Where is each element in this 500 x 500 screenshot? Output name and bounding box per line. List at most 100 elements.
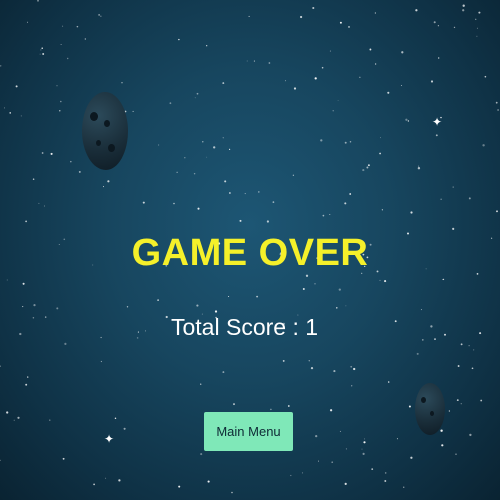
star xyxy=(228,295,230,298)
star xyxy=(480,399,483,402)
game-over-title: GAME OVER xyxy=(131,232,369,274)
star xyxy=(460,403,462,405)
star xyxy=(102,186,105,188)
star xyxy=(178,38,180,41)
main-menu-button[interactable]: Main Menu xyxy=(204,412,293,451)
star xyxy=(495,101,498,104)
star xyxy=(374,63,377,65)
star xyxy=(20,115,22,117)
star xyxy=(478,11,481,14)
star xyxy=(452,186,454,188)
star xyxy=(196,304,199,307)
star xyxy=(246,60,248,62)
star xyxy=(213,146,216,149)
star xyxy=(157,299,159,301)
star xyxy=(121,82,123,84)
star xyxy=(200,383,202,385)
star xyxy=(123,427,126,430)
star xyxy=(239,219,242,222)
star xyxy=(366,166,369,169)
star xyxy=(371,468,374,470)
star xyxy=(284,80,287,82)
star xyxy=(193,172,196,175)
star xyxy=(380,137,382,139)
star xyxy=(176,171,178,173)
star xyxy=(222,137,224,139)
star xyxy=(344,141,347,144)
star xyxy=(367,164,370,167)
star xyxy=(224,180,227,183)
star xyxy=(62,457,65,460)
star xyxy=(417,167,421,170)
star xyxy=(32,178,35,180)
star xyxy=(457,365,460,367)
star xyxy=(25,383,28,386)
star xyxy=(32,316,35,319)
star xyxy=(462,4,465,7)
star xyxy=(64,342,67,346)
star xyxy=(339,21,342,24)
star xyxy=(22,306,24,308)
star xyxy=(27,21,28,23)
star xyxy=(469,433,472,437)
star xyxy=(314,77,317,80)
star xyxy=(17,416,20,419)
star xyxy=(206,156,208,158)
star xyxy=(33,304,36,307)
star xyxy=(66,57,69,60)
star xyxy=(318,460,319,462)
star xyxy=(455,453,457,455)
star xyxy=(336,307,338,309)
game-over-screen: ✦ ✦ GAME OVER Total Score : 1 Main Menu xyxy=(0,0,500,500)
star xyxy=(100,336,102,339)
star xyxy=(178,485,181,488)
star xyxy=(266,220,269,223)
star xyxy=(137,331,139,333)
star xyxy=(258,191,260,193)
star xyxy=(338,288,341,291)
star xyxy=(13,419,15,421)
star xyxy=(315,434,318,438)
star xyxy=(484,75,487,78)
star xyxy=(444,333,446,336)
star xyxy=(9,112,11,114)
star xyxy=(196,92,199,95)
star xyxy=(6,411,9,414)
star xyxy=(15,85,18,88)
star xyxy=(173,202,175,205)
star xyxy=(403,486,405,488)
star xyxy=(37,0,39,2)
star xyxy=(452,227,455,230)
star xyxy=(344,482,347,486)
star xyxy=(331,461,334,464)
star xyxy=(460,343,463,346)
star xyxy=(132,110,134,112)
asteroid-icon xyxy=(82,92,128,170)
star xyxy=(345,305,347,307)
star xyxy=(430,325,433,328)
star xyxy=(302,288,305,290)
star xyxy=(56,307,59,310)
star xyxy=(197,207,200,210)
star xyxy=(322,214,325,217)
star xyxy=(0,365,1,367)
star xyxy=(351,385,353,387)
star xyxy=(437,25,440,27)
star xyxy=(314,282,316,285)
star xyxy=(41,152,44,154)
star xyxy=(248,15,250,17)
star xyxy=(308,360,310,362)
star xyxy=(440,198,442,200)
star xyxy=(200,453,203,456)
total-score: Total Score : 1 xyxy=(171,314,318,341)
star xyxy=(105,477,107,479)
star xyxy=(62,25,64,27)
star xyxy=(38,202,40,204)
star xyxy=(231,491,233,494)
star xyxy=(329,409,333,412)
star xyxy=(320,139,323,142)
star xyxy=(401,51,404,54)
sparkle-star-icon: ✦ xyxy=(104,432,115,446)
star xyxy=(100,360,103,363)
star xyxy=(202,141,204,143)
